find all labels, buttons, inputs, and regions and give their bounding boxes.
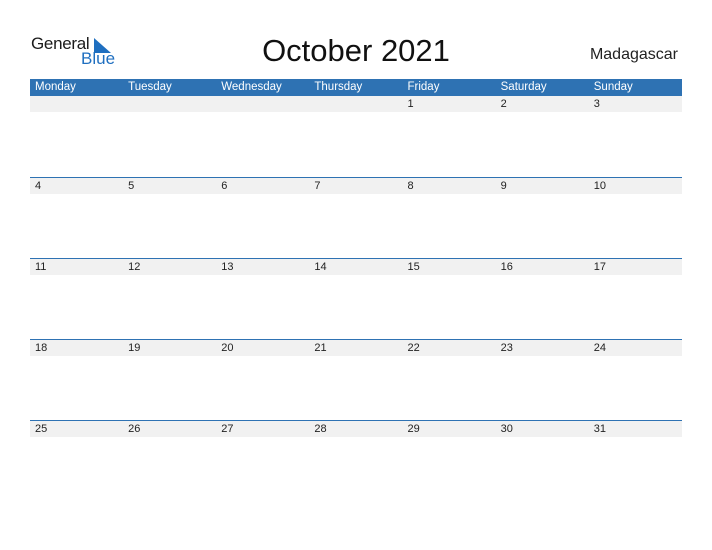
weekday-sunday: Sunday — [593, 81, 633, 93]
week-row: 18 19 20 21 22 23 24 — [30, 339, 682, 420]
day-cell: 21 — [314, 342, 327, 354]
day-cell: 8 — [407, 180, 414, 192]
day-cell: 30 — [500, 423, 513, 435]
date-band: 18 19 20 21 22 23 24 — [30, 340, 682, 356]
day-cell: 6 — [221, 180, 228, 192]
day-cell: 2 — [500, 98, 507, 110]
weekday-tuesday: Tuesday — [128, 81, 172, 93]
day-cell — [123, 96, 216, 112]
day-cell: 9 — [500, 180, 507, 192]
day-cell: 23 — [500, 342, 513, 354]
day-cell — [309, 96, 402, 112]
day-cell: 16 — [500, 261, 513, 273]
day-cell: 13 — [221, 261, 234, 273]
day-cell: 22 — [407, 342, 420, 354]
day-cell: 27 — [221, 423, 234, 435]
day-cell: 19 — [128, 342, 141, 354]
day-cell — [30, 96, 123, 112]
day-cell: 4 — [35, 180, 42, 192]
weekday-thursday: Thursday — [314, 81, 363, 93]
weekday-monday: Monday — [35, 81, 76, 93]
date-band: 11 12 13 14 15 16 17 — [30, 259, 682, 275]
day-cell: 31 — [593, 423, 606, 435]
weekday-header: Monday Tuesday Wednesday Thursday Friday… — [30, 79, 682, 96]
day-cell: 11 — [35, 261, 47, 273]
country-label: Madagascar — [589, 46, 678, 63]
day-cell: 15 — [407, 261, 420, 273]
date-band: 25 26 27 28 29 30 31 — [30, 421, 682, 437]
day-cell: 10 — [593, 180, 606, 192]
week-row: 25 26 27 28 29 30 31 — [30, 420, 682, 501]
weekday-wednesday: Wednesday — [221, 81, 282, 93]
week-row: 11 12 13 14 15 16 17 — [30, 258, 682, 339]
weekday-saturday: Saturday — [500, 81, 547, 93]
day-cell: 12 — [128, 261, 141, 273]
day-cell: 24 — [593, 342, 606, 354]
day-cell: 18 — [35, 342, 48, 354]
week-row: 1 2 3 — [30, 96, 682, 177]
day-cell: 7 — [314, 180, 321, 192]
day-cell: 28 — [314, 423, 327, 435]
day-cell: 3 — [593, 98, 600, 110]
day-cell: 17 — [593, 261, 606, 273]
day-cell: 1 — [407, 98, 414, 110]
date-band: 1 2 3 — [30, 96, 682, 112]
weekday-friday: Friday — [407, 81, 440, 93]
day-cell: 25 — [35, 423, 48, 435]
date-band: 4 5 6 7 8 9 10 — [30, 178, 682, 194]
day-cell: 14 — [314, 261, 327, 273]
day-cell: 26 — [128, 423, 141, 435]
day-cell — [216, 96, 309, 112]
day-cell: 20 — [221, 342, 234, 354]
day-cell: 5 — [128, 180, 135, 192]
day-cell: 29 — [407, 423, 420, 435]
week-row: 4 5 6 7 8 9 10 — [30, 177, 682, 258]
calendar-grid: Monday Tuesday Wednesday Thursday Friday… — [30, 79, 682, 501]
